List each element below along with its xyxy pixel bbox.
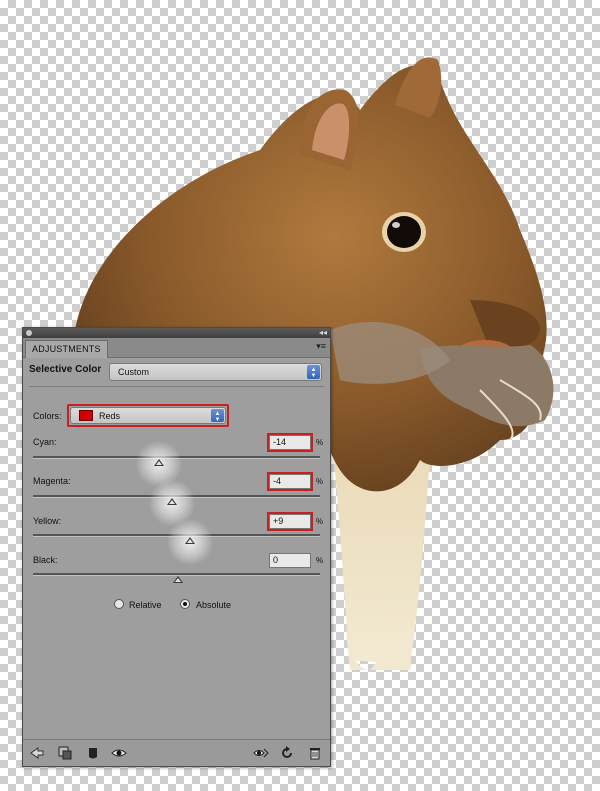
colors-select[interactable]: Reds ▲ ▼	[70, 407, 226, 424]
colors-label: Colors:	[33, 411, 62, 421]
reset-icon[interactable]	[279, 745, 295, 761]
relative-radio[interactable]	[114, 599, 124, 609]
close-icon[interactable]	[26, 330, 32, 336]
panel-bottom-toolbar	[23, 739, 330, 766]
cyan-unit: %	[316, 438, 324, 447]
magenta-slider-thumb[interactable]	[167, 498, 177, 505]
preset-value: Custom	[118, 367, 150, 377]
absolute-label[interactable]: Absolute	[196, 600, 231, 610]
black-slider-thumb[interactable]	[173, 576, 183, 583]
cyan-label: Cyan:	[33, 437, 57, 447]
clip-layer-icon[interactable]	[57, 745, 73, 761]
adjustment-header: Selective Color Custom ▲ ▼	[23, 359, 330, 383]
tab-adjustments[interactable]: ADJUSTMENTS	[25, 340, 108, 358]
cyan-field[interactable]: -14	[269, 435, 311, 450]
cyan-slider-thumb[interactable]	[154, 459, 164, 466]
black-label: Black:	[33, 555, 58, 565]
black-unit: %	[316, 556, 324, 565]
preset-select[interactable]: Custom ▲ ▼	[109, 363, 322, 381]
back-arrow-icon[interactable]	[29, 745, 45, 761]
yellow-field[interactable]: +9	[269, 514, 311, 529]
magenta-field[interactable]: -4	[269, 474, 311, 489]
view-previous-icon[interactable]	[253, 745, 269, 761]
panel-menu-icon[interactable]: ▾≡	[316, 341, 326, 352]
black-field[interactable]: 0	[269, 553, 311, 568]
yellow-label: Yellow:	[33, 516, 62, 526]
eye-icon[interactable]	[111, 745, 127, 761]
adjustments-panel: ◂◂ ADJUSTMENTS ▾≡ Selective Color Custom…	[22, 327, 331, 767]
panel-tab-row: ADJUSTMENTS ▾≡	[23, 338, 330, 358]
absolute-radio[interactable]	[180, 599, 190, 609]
collapse-icon[interactable]: ◂◂	[319, 328, 327, 338]
adjustment-title: Selective Color	[29, 364, 102, 375]
colors-value: Reds	[99, 411, 121, 421]
magenta-unit: %	[316, 477, 324, 486]
red-swatch	[79, 410, 93, 421]
divider	[29, 386, 324, 387]
updown-arrows-icon: ▲ ▼	[307, 365, 320, 379]
relative-label[interactable]: Relative	[129, 600, 162, 610]
visibility-mask-icon[interactable]	[85, 745, 101, 761]
trash-icon[interactable]	[307, 745, 323, 761]
magenta-label: Magenta:	[33, 476, 71, 486]
updown-arrows-icon: ▲ ▼	[211, 409, 224, 423]
yellow-slider-thumb[interactable]	[185, 537, 195, 544]
yellow-unit: %	[316, 517, 324, 526]
panel-titlebar[interactable]: ◂◂	[23, 328, 330, 338]
